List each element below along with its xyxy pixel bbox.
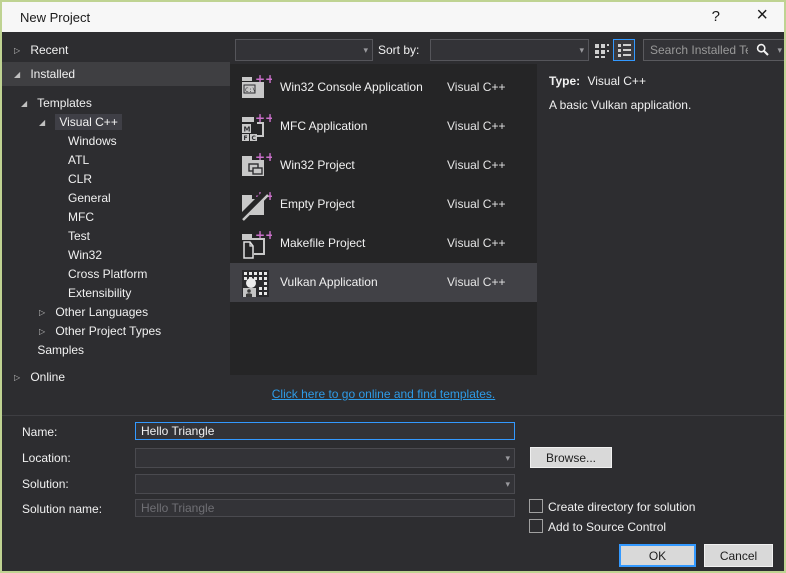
sort-dropdown[interactable]: Default ▾ — [430, 39, 589, 61]
location-dropdown[interactable]: c:\users\ \documents\visual studio 2015\… — [135, 448, 515, 468]
new-project-dialog: New Project ? × .NET Framework 4.5.2 ▾ S… — [0, 0, 786, 573]
solution-dropdown[interactable]: Create new solution ▾ — [135, 474, 515, 494]
sidebar-item-cross-platform[interactable]: Cross Platform — [2, 265, 230, 284]
sidebar-item-visual-cpp[interactable]: ◢ Visual C++ — [2, 113, 230, 132]
template-details-panel: Type: Visual C++ A basic Vulkan applicat… — [537, 64, 784, 412]
template-row-mfc-application[interactable]: ++ M F C MFC Application Visual C++ — [230, 107, 537, 146]
sidebar-item-mfc[interactable]: MFC — [2, 208, 230, 227]
win32-console-application-icon: ++ C:\ — [240, 72, 272, 104]
expander-expanded-icon[interactable]: ◢ — [21, 94, 34, 113]
close-button[interactable]: × — [756, 4, 768, 27]
win32-project-icon: ++ — [240, 150, 272, 182]
solution-name-input[interactable] — [135, 499, 515, 517]
expander-expanded-icon[interactable]: ◢ — [39, 113, 52, 132]
expander-expanded-icon[interactable]: ◢ — [14, 63, 27, 87]
vulkan-application-icon — [240, 267, 272, 299]
sidebar-item-other-languages[interactable]: ▷ Other Languages — [2, 303, 230, 322]
source-control-label: Add to Source Control — [548, 520, 666, 534]
expander-collapsed-icon[interactable]: ▷ — [14, 39, 27, 63]
template-row-makefile-project[interactable]: ++ Makefile Project Visual C++ — [230, 224, 537, 263]
mfc-application-icon: ++ M F C — [240, 111, 272, 143]
sidebar-item-installed[interactable]: ◢ Installed — [2, 62, 230, 86]
sidebar-item-online[interactable]: ▷ Online — [2, 368, 230, 387]
create-directory-label: Create directory for solution — [548, 500, 695, 514]
template-description: A basic Vulkan application. — [549, 98, 691, 112]
help-button[interactable]: ? — [712, 8, 720, 25]
title-bar: New Project ? × — [2, 2, 784, 32]
svg-text:C: C — [252, 135, 257, 142]
solution-name-label: Solution name: — [22, 502, 102, 516]
browse-button[interactable]: Browse... — [530, 447, 612, 468]
template-row-empty-project[interactable]: ++ Empty Project Visual C++ — [230, 185, 537, 224]
sidebar-item-extensibility[interactable]: Extensibility — [2, 284, 230, 303]
location-label: Location: — [22, 451, 71, 465]
search-box: ▾ — [643, 39, 786, 61]
cancel-button[interactable]: Cancel — [704, 544, 773, 567]
sidebar-item-win32[interactable]: Win32 — [2, 246, 230, 265]
source-control-checkbox[interactable] — [529, 519, 543, 533]
type-value: Visual C++ — [587, 74, 645, 88]
dialog-title: New Project — [20, 10, 90, 25]
create-directory-checkbox[interactable] — [529, 499, 543, 513]
makefile-project-icon: ++ — [240, 228, 272, 260]
expander-collapsed-icon[interactable]: ▷ — [39, 322, 52, 341]
online-templates-link-row: Click here to go online and find templat… — [230, 387, 537, 401]
chevron-down-icon: ▾ — [505, 449, 510, 467]
expander-collapsed-icon[interactable]: ▷ — [14, 368, 27, 387]
template-row-win32-console[interactable]: ++ C:\ Win32 Console Application Visual … — [230, 68, 537, 107]
solution-label: Solution: — [22, 477, 69, 491]
framework-dropdown[interactable]: .NET Framework 4.5.2 ▾ — [235, 39, 373, 61]
expander-collapsed-icon[interactable]: ▷ — [39, 303, 52, 322]
project-form: Name: Location: c:\users\ \documents\vis… — [2, 416, 784, 573]
svg-text:F: F — [244, 135, 248, 142]
sidebar-item-general[interactable]: General — [2, 189, 230, 208]
search-input[interactable] — [648, 41, 750, 59]
sidebar-item-other-project-types[interactable]: ▷ Other Project Types — [2, 322, 230, 341]
sidebar-item-windows[interactable]: Windows — [2, 132, 230, 151]
sort-by-label: Sort by: — [378, 43, 419, 57]
category-tree: ▷ Recent ◢ Installed ◢ Templates ◢ Visua… — [2, 34, 230, 387]
chevron-down-icon: ▾ — [579, 40, 584, 60]
chevron-down-icon: ▾ — [505, 475, 510, 493]
sidebar-item-samples[interactable]: Samples — [2, 341, 230, 360]
svg-text:M: M — [244, 126, 251, 134]
type-label: Type: — [549, 74, 580, 88]
svg-text:C:\: C:\ — [245, 87, 256, 94]
toolbar: .NET Framework 4.5.2 ▾ Sort by: Default … — [230, 32, 784, 64]
sidebar-item-clr[interactable]: CLR — [2, 170, 230, 189]
name-label: Name: — [22, 425, 57, 439]
sidebar-item-templates[interactable]: ◢ Templates — [2, 94, 230, 113]
sidebar-item-recent[interactable]: ▷ Recent — [2, 38, 230, 62]
chevron-down-icon[interactable]: ▾ — [777, 40, 782, 60]
chevron-down-icon: ▾ — [363, 40, 368, 60]
sidebar-item-test[interactable]: Test — [2, 227, 230, 246]
project-name-input[interactable] — [135, 422, 515, 440]
search-icon[interactable] — [756, 43, 769, 56]
online-templates-link[interactable]: Click here to go online and find templat… — [272, 387, 495, 401]
small-icons-view-icon[interactable] — [592, 40, 612, 60]
sidebar-item-atl[interactable]: ATL — [2, 151, 230, 170]
template-row-vulkan-application[interactable]: Vulkan Application Visual C++ — [230, 263, 537, 302]
ok-button[interactable]: OK — [619, 544, 696, 567]
empty-project-icon: ++ — [240, 189, 272, 221]
template-row-win32-project[interactable]: ++ Win32 Project Visual C++ — [230, 146, 537, 185]
template-list: ++ C:\ Win32 Console Application Visual … — [230, 64, 537, 375]
list-view-icon[interactable] — [613, 39, 635, 61]
